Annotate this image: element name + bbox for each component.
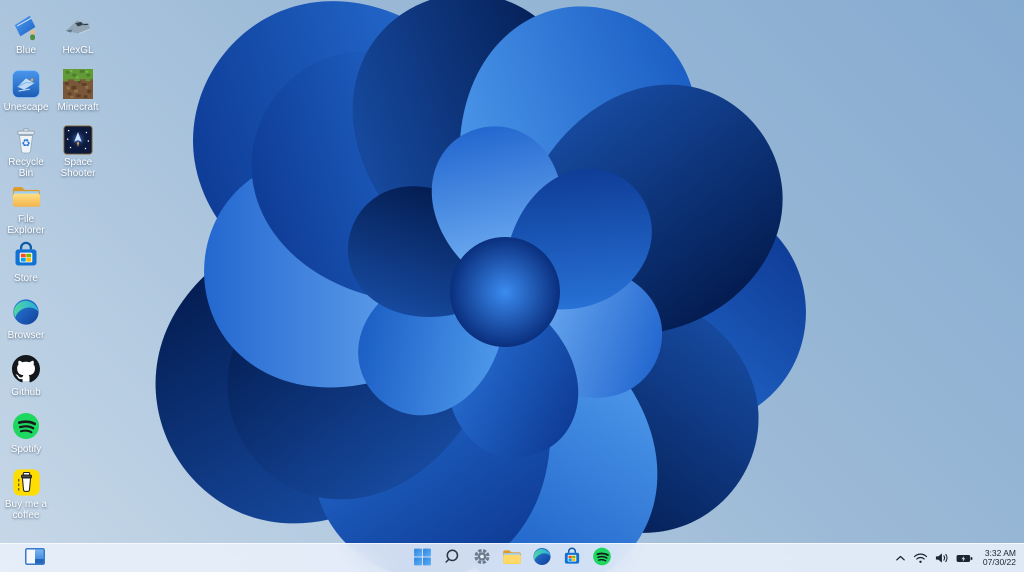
tray-clock[interactable]: 3:32 AM 07/30/22	[982, 548, 1016, 568]
desktop-icon-label: Blue	[15, 45, 36, 56]
chevron-up-icon[interactable]	[895, 554, 906, 562]
desktop-icon-label: Browser	[7, 330, 45, 341]
desktop-icon-buy-me-a-coffee[interactable]: Buy me a coffee	[0, 464, 52, 521]
desktop-icon-file-explorer[interactable]: File Explorer	[0, 179, 52, 236]
spotify-icon	[10, 410, 42, 442]
desktop-icon-store[interactable]: Store	[0, 236, 52, 293]
store-button[interactable]	[560, 546, 585, 571]
space-shooter-icon	[62, 125, 94, 155]
desktop-icon-space-shooter[interactable]: Space Shooter	[52, 122, 104, 179]
desktop-icon-browser[interactable]: Browser	[0, 293, 52, 350]
spotify-button[interactable]	[590, 546, 615, 571]
start-button[interactable]	[410, 546, 435, 571]
settings-button[interactable]	[470, 546, 495, 571]
search-icon	[444, 548, 461, 568]
clock-date: 07/30/22	[982, 557, 1016, 567]
desktop-icon-hexgl[interactable]: HexGL	[52, 8, 104, 65]
blue-logo-icon	[10, 11, 42, 43]
recycle-bin-icon: ♻	[10, 125, 42, 155]
battery-icon[interactable]	[956, 553, 973, 564]
taskbar-center	[410, 545, 615, 571]
widgets-window-icon	[24, 548, 45, 568]
desktop-icon-grid: Blue Unescape ♻ Recycle Bin File Explore…	[0, 8, 104, 521]
edge-browser-icon	[533, 547, 552, 569]
desktop-icon-label: Unescape	[3, 102, 49, 113]
volume-icon[interactable]	[935, 552, 949, 564]
coffee-icon	[10, 467, 42, 497]
desktop-icon-spotify[interactable]: Spotify	[0, 407, 52, 464]
hexgl-ship-icon	[62, 11, 94, 43]
desktop-icon-label: Recycle Bin	[8, 157, 44, 179]
desktop-icon-github[interactable]: Github	[0, 350, 52, 407]
store-icon	[563, 547, 582, 569]
desktop-icon-label: HexGL	[62, 45, 94, 56]
spotify-icon	[593, 547, 612, 569]
store-icon	[10, 239, 42, 271]
desktop-icon-label: Store	[14, 273, 38, 284]
desktop-icon-label: Buy me a coffee	[4, 499, 48, 521]
svg-text:♻: ♻	[21, 138, 30, 150]
desktop-icon-blue[interactable]: Blue	[0, 8, 52, 65]
file-explorer-icon	[502, 548, 523, 569]
desktop-icon-label: Github	[11, 387, 41, 398]
system-tray: 3:32 AM 07/30/22	[895, 544, 1016, 572]
edge-browser-icon	[10, 296, 42, 328]
desktop[interactable]: Blue Unescape ♻ Recycle Bin File Explore…	[0, 0, 1024, 572]
taskbar: 3:32 AM 07/30/22	[0, 543, 1024, 572]
widgets-button[interactable]	[22, 546, 47, 571]
desktop-icon-label: Spotify	[10, 444, 42, 455]
desktop-icon-label: File Explorer	[7, 214, 45, 236]
minecraft-block-icon	[62, 68, 94, 100]
desktop-icon-recycle-bin[interactable]: ♻ Recycle Bin	[0, 122, 52, 179]
edge-browser-button[interactable]	[530, 546, 555, 571]
desktop-icon-label: Space Shooter	[60, 157, 96, 179]
unescape-icon	[10, 68, 42, 100]
desktop-icon-minecraft[interactable]: Minecraft	[52, 65, 104, 122]
wallpaper-bloom	[0, 0, 1024, 572]
settings-gear-icon	[473, 547, 492, 569]
desktop-icon-label: Minecraft	[57, 102, 99, 113]
file-explorer-button[interactable]	[500, 546, 525, 571]
wifi-icon[interactable]	[913, 552, 928, 564]
start-icon	[413, 548, 431, 569]
file-explorer-icon	[10, 182, 42, 212]
desktop-icon-unescape[interactable]: Unescape	[0, 65, 52, 122]
search-button[interactable]	[440, 546, 465, 571]
github-icon	[10, 353, 42, 385]
